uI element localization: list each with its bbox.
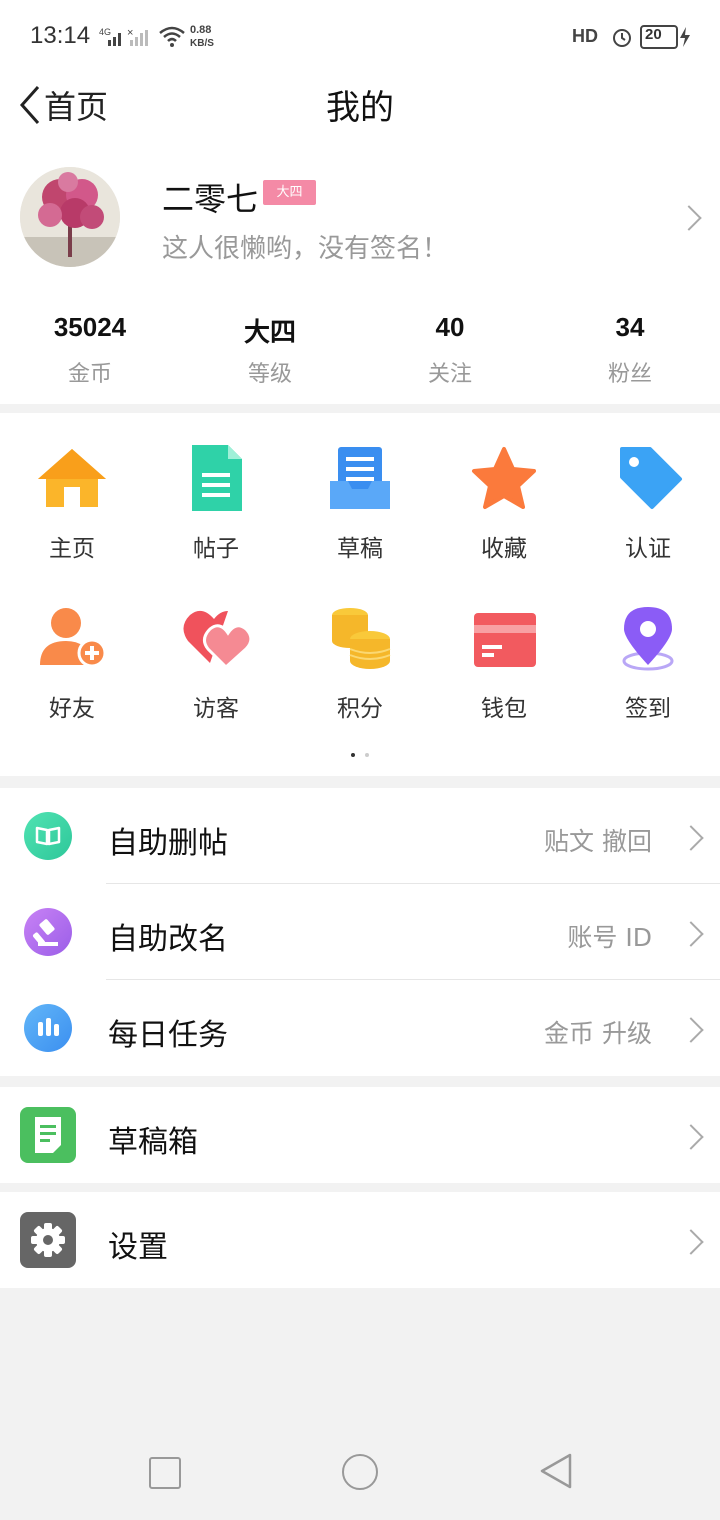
book-icon bbox=[24, 812, 72, 860]
grid-item-home[interactable]: 主页 bbox=[0, 445, 144, 563]
grid-item-checkin[interactable]: 签到 bbox=[576, 605, 720, 723]
grid-label: 主页 bbox=[49, 536, 95, 562]
bar-chart-icon bbox=[24, 1004, 72, 1052]
chevron-right-icon bbox=[678, 1229, 704, 1255]
list-item-settings[interactable]: 设置 bbox=[0, 1192, 720, 1288]
tag-icon bbox=[620, 447, 682, 509]
status-time: 13:14 bbox=[30, 22, 91, 49]
note-icon bbox=[20, 1107, 76, 1163]
coins-icon bbox=[332, 608, 391, 669]
grid-item-verify[interactable]: 认证 bbox=[576, 445, 720, 563]
grid-item-visitors[interactable]: 访客 bbox=[144, 605, 288, 723]
recent-apps-icon[interactable] bbox=[149, 1457, 181, 1489]
grid-item-posts[interactable]: 帖子 bbox=[144, 445, 288, 563]
stat-following-value[interactable]: 40 bbox=[360, 312, 540, 343]
document-icon bbox=[192, 445, 242, 511]
stat-level-label: 等级 bbox=[247, 362, 292, 387]
list-item-self-delete[interactable]: 自助删帖 贴文 撤回 bbox=[0, 788, 720, 884]
row-hint: 金币 升级 bbox=[544, 1019, 652, 1048]
gavel-icon bbox=[24, 908, 72, 956]
add-friend-icon bbox=[40, 608, 107, 668]
home-icon bbox=[38, 449, 106, 507]
page-title: 我的 bbox=[326, 88, 394, 128]
svg-text:×: × bbox=[127, 28, 133, 39]
chevron-right-icon bbox=[678, 921, 704, 947]
stat-followers-value[interactable]: 34 bbox=[540, 312, 720, 343]
grid-label: 访客 bbox=[193, 696, 239, 722]
stat-level-value[interactable]: 大四 bbox=[180, 312, 360, 349]
row-label: 自助删帖 bbox=[108, 826, 228, 861]
row-label: 自助改名 bbox=[108, 922, 228, 957]
row-label: 每日任务 bbox=[108, 1018, 228, 1053]
row-hint: 账号 ID bbox=[567, 923, 652, 952]
avatar[interactable] bbox=[20, 167, 120, 267]
user-signature: 这人很懒哟，没有签名！ bbox=[162, 234, 449, 264]
net-speed-unit: KB/S bbox=[190, 38, 214, 49]
chevron-right-icon bbox=[678, 825, 704, 851]
grid-label: 帖子 bbox=[193, 536, 239, 562]
alarm-icon bbox=[613, 29, 631, 47]
hearts-icon bbox=[183, 610, 252, 670]
hd-icon: HD bbox=[572, 26, 598, 46]
row-label: 草稿箱 bbox=[108, 1125, 198, 1160]
grid-label: 好友 bbox=[49, 696, 95, 722]
inbox-icon bbox=[330, 447, 390, 509]
stat-coins-label: 金币 bbox=[67, 362, 112, 387]
star-icon bbox=[472, 447, 536, 509]
chevron-right-icon bbox=[678, 1017, 704, 1043]
gear-icon bbox=[20, 1212, 76, 1268]
tools-section: 自助删帖 贴文 撤回 自助改名 账号 ID 每日任务 金币 升级 bbox=[0, 788, 720, 1076]
grid-label: 钱包 bbox=[481, 696, 527, 722]
grid-label: 签到 bbox=[625, 696, 671, 722]
list-item-daily-tasks[interactable]: 每日任务 金币 升级 bbox=[0, 980, 720, 1076]
grid-page-indicator bbox=[351, 753, 369, 757]
grid-label: 认证 bbox=[625, 536, 671, 562]
grid-item-favorites[interactable]: 收藏 bbox=[432, 445, 576, 563]
stat-coins-value[interactable]: 35024 bbox=[0, 312, 180, 343]
grid-item-friends[interactable]: 好友 bbox=[0, 605, 144, 723]
stat-followers-label: 粉丝 bbox=[607, 362, 652, 387]
grid-label: 积分 bbox=[337, 696, 383, 722]
list-item-drafts-box[interactable]: 草稿箱 bbox=[0, 1087, 720, 1183]
back-nav-icon[interactable] bbox=[538, 1452, 574, 1490]
charging-icon bbox=[680, 27, 690, 47]
net-speed: 0.88 bbox=[190, 24, 212, 36]
grid-item-wallet[interactable]: 钱包 bbox=[432, 605, 576, 723]
avatar-image bbox=[20, 167, 120, 267]
grid-item-drafts[interactable]: 草稿 bbox=[288, 445, 432, 563]
level-badge: 大四 bbox=[263, 180, 316, 205]
grid-item-points[interactable]: 积分 bbox=[288, 605, 432, 723]
user-name: 二零七 bbox=[162, 180, 259, 218]
chevron-right-icon bbox=[678, 1124, 704, 1150]
wifi-icon bbox=[159, 26, 185, 47]
signal-icon: × bbox=[108, 28, 148, 46]
battery-level: 20 bbox=[645, 26, 662, 43]
grid-label: 草稿 bbox=[337, 536, 383, 562]
stat-following-label: 关注 bbox=[427, 362, 472, 387]
grid-label: 收藏 bbox=[481, 536, 527, 562]
wallet-icon bbox=[474, 613, 536, 667]
row-hint: 贴文 撤回 bbox=[544, 827, 652, 856]
home-nav-icon[interactable] bbox=[342, 1454, 378, 1490]
location-pin-icon bbox=[622, 607, 674, 671]
row-label: 设置 bbox=[108, 1230, 168, 1265]
list-item-self-rename[interactable]: 自助改名 账号 ID bbox=[0, 884, 720, 980]
